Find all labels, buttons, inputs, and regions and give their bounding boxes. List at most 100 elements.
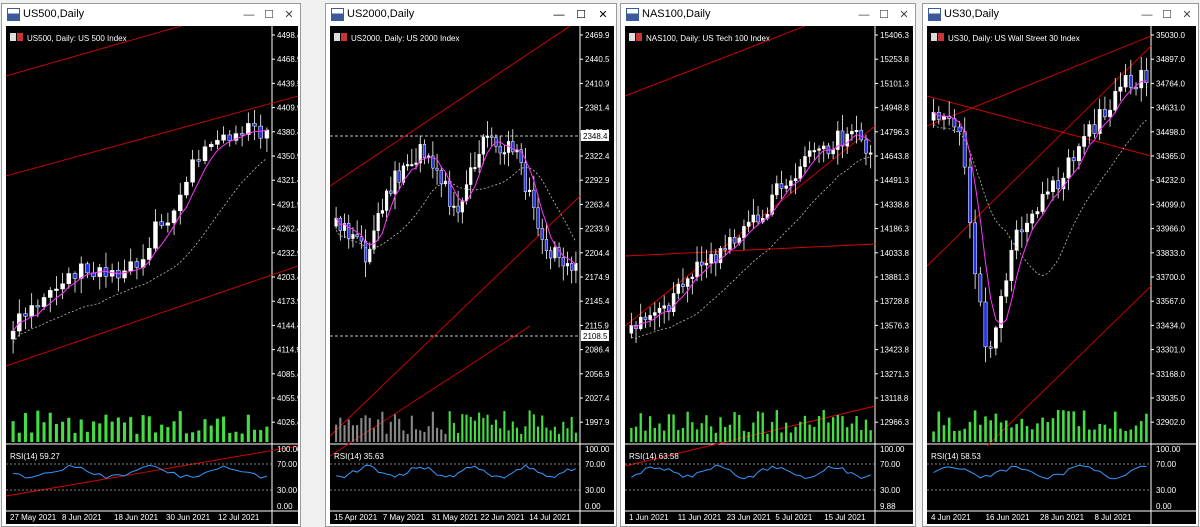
- chart-area[interactable]: US2000, Daily: US 2000 Index 2469.9 2440.5…: [330, 26, 614, 524]
- price-tick-label: 13881.3: [880, 273, 909, 282]
- price-tick-label: 4262.4: [277, 225, 298, 234]
- chart-canvas[interactable]: US2000, Daily: US 2000 Index 2469.9 2440.5…: [330, 26, 614, 524]
- window-titlebar[interactable]: NAS100,Daily — ☐ ✕: [621, 4, 915, 26]
- chart-canvas[interactable]: NAS100, Daily: US Tech 100 Index 15406.3 1…: [625, 26, 913, 524]
- symbol-icon: [629, 33, 635, 41]
- trend-line[interactable]: [330, 26, 571, 187]
- candle-body: [638, 316, 643, 329]
- candle-body: [574, 263, 578, 271]
- chart-window-us30[interactable]: US30,Daily — ☐ ✕ US30, Daily: US Wall St…: [922, 3, 1199, 527]
- candle-body: [993, 327, 998, 349]
- candle-body: [153, 221, 158, 249]
- candle-body: [502, 152, 506, 155]
- date-tick-label: 16 Jun 2021: [986, 513, 1031, 522]
- candle-body: [528, 189, 532, 193]
- candle-body: [347, 223, 351, 239]
- chart-area[interactable]: US30, Daily: US Wall Street 30 Index 3503…: [927, 26, 1196, 524]
- close-button[interactable]: ✕: [594, 6, 612, 24]
- candle-body: [1092, 124, 1097, 134]
- chart-window-us500[interactable]: US500,Daily — ☐ ✕ US500, Daily: US 500 I…: [1, 3, 301, 527]
- close-button[interactable]: ✕: [1178, 6, 1196, 24]
- candle-body: [10, 330, 16, 340]
- rsi-level-label: 100.00: [585, 445, 610, 454]
- rsi-level-label: 30.00: [1156, 486, 1177, 495]
- price-tick-label: 2263.4: [585, 200, 610, 209]
- candle-body: [422, 144, 427, 159]
- candle-body: [798, 166, 803, 179]
- candle-body: [859, 130, 864, 141]
- candle-body: [803, 156, 807, 167]
- price-tick-label: 4144.4: [277, 321, 298, 330]
- candle-body: [742, 226, 746, 239]
- price-tick-label: 34897.0: [1156, 55, 1185, 64]
- candle-body: [1118, 86, 1123, 92]
- candle-body: [685, 278, 690, 287]
- price-tick-label: 4026.4: [277, 418, 298, 427]
- candle-body: [351, 234, 355, 239]
- maximize-button[interactable]: ☐: [875, 6, 893, 24]
- chart-area[interactable]: US500, Daily: US 500 Index 4498.4 4468.9 44…: [6, 26, 298, 524]
- close-button[interactable]: ✕: [895, 6, 913, 24]
- flag-icon: [341, 33, 347, 41]
- candle-body: [178, 194, 183, 212]
- candle-body: [252, 123, 257, 127]
- candle-body: [789, 180, 793, 187]
- candle-body: [690, 276, 695, 279]
- candle-body: [728, 237, 732, 250]
- price-tick-label: 14796.3: [880, 128, 909, 137]
- maximize-button[interactable]: ☐: [260, 6, 278, 24]
- candle-body: [23, 313, 28, 317]
- rsi-level-label: 30.00: [585, 486, 606, 495]
- price-tick-label: 33168.0: [1156, 370, 1185, 379]
- candle-body: [264, 129, 270, 139]
- minimize-button[interactable]: —: [550, 6, 568, 24]
- chart-canvas[interactable]: US500, Daily: US 500 Index 4498.4 4468.9 44…: [6, 26, 298, 524]
- candle-body: [561, 257, 565, 267]
- minimize-button[interactable]: —: [855, 6, 873, 24]
- candle-body: [723, 248, 727, 251]
- candle-body: [704, 262, 709, 266]
- candle-body: [523, 162, 528, 193]
- price-tick-label: 13423.8: [880, 346, 909, 355]
- trend-line[interactable]: [927, 35, 1152, 127]
- minimize-button[interactable]: —: [1138, 6, 1156, 24]
- candle-body: [435, 167, 439, 171]
- maximize-button[interactable]: ☐: [1158, 6, 1176, 24]
- chart-window-nas100[interactable]: NAS100,Daily — ☐ ✕ NAS100, Daily: US Tec…: [620, 3, 916, 527]
- candle-body: [973, 222, 978, 275]
- rsi-line: [336, 464, 577, 479]
- minimize-button[interactable]: —: [240, 6, 258, 24]
- window-titlebar[interactable]: US30,Daily — ☐ ✕: [923, 4, 1198, 26]
- rsi-level-label: 0.00: [585, 502, 601, 511]
- window-titlebar[interactable]: US2000,Daily — ☐ ✕: [326, 4, 616, 26]
- close-button[interactable]: ✕: [280, 6, 298, 24]
- candle-body: [681, 283, 685, 287]
- trend-line[interactable]: [927, 95, 1152, 157]
- candle-body: [147, 248, 152, 260]
- trend-line[interactable]: [625, 243, 876, 257]
- chart-window-us2000[interactable]: US2000,Daily — ☐ ✕ US2000, Daily: US 200…: [325, 3, 617, 527]
- candle-body: [1051, 180, 1055, 193]
- chart-area[interactable]: NAS100, Daily: US Tech 100 Index 15406.3 1…: [625, 26, 913, 524]
- price-tick-label: 4380.4: [277, 128, 298, 137]
- price-tick-label: 15253.8: [880, 55, 909, 64]
- window-titlebar[interactable]: US500,Daily — ☐ ✕: [2, 4, 300, 26]
- candle-body: [1030, 213, 1035, 224]
- symbol-icon: [10, 33, 16, 41]
- price-tick-label: 2322.4: [585, 152, 610, 161]
- candle-body: [746, 221, 751, 227]
- price-tick-label: 12966.3: [880, 418, 909, 427]
- candle-body: [355, 234, 359, 237]
- candle-body: [840, 130, 845, 147]
- trend-line[interactable]: [6, 265, 298, 367]
- candle-body: [821, 145, 826, 149]
- candle-body: [1019, 229, 1024, 233]
- date-tick-label: 8 Jun 2021: [62, 513, 102, 522]
- candle-body: [368, 248, 372, 263]
- maximize-button[interactable]: ☐: [572, 6, 590, 24]
- window-title: US30,Daily: [944, 8, 1000, 20]
- trend-line[interactable]: [927, 45, 1152, 267]
- candle-body: [1128, 75, 1133, 88]
- price-tick-label: 33966.0: [1156, 225, 1185, 234]
- chart-canvas[interactable]: US30, Daily: US Wall Street 30 Index 3503…: [927, 26, 1196, 524]
